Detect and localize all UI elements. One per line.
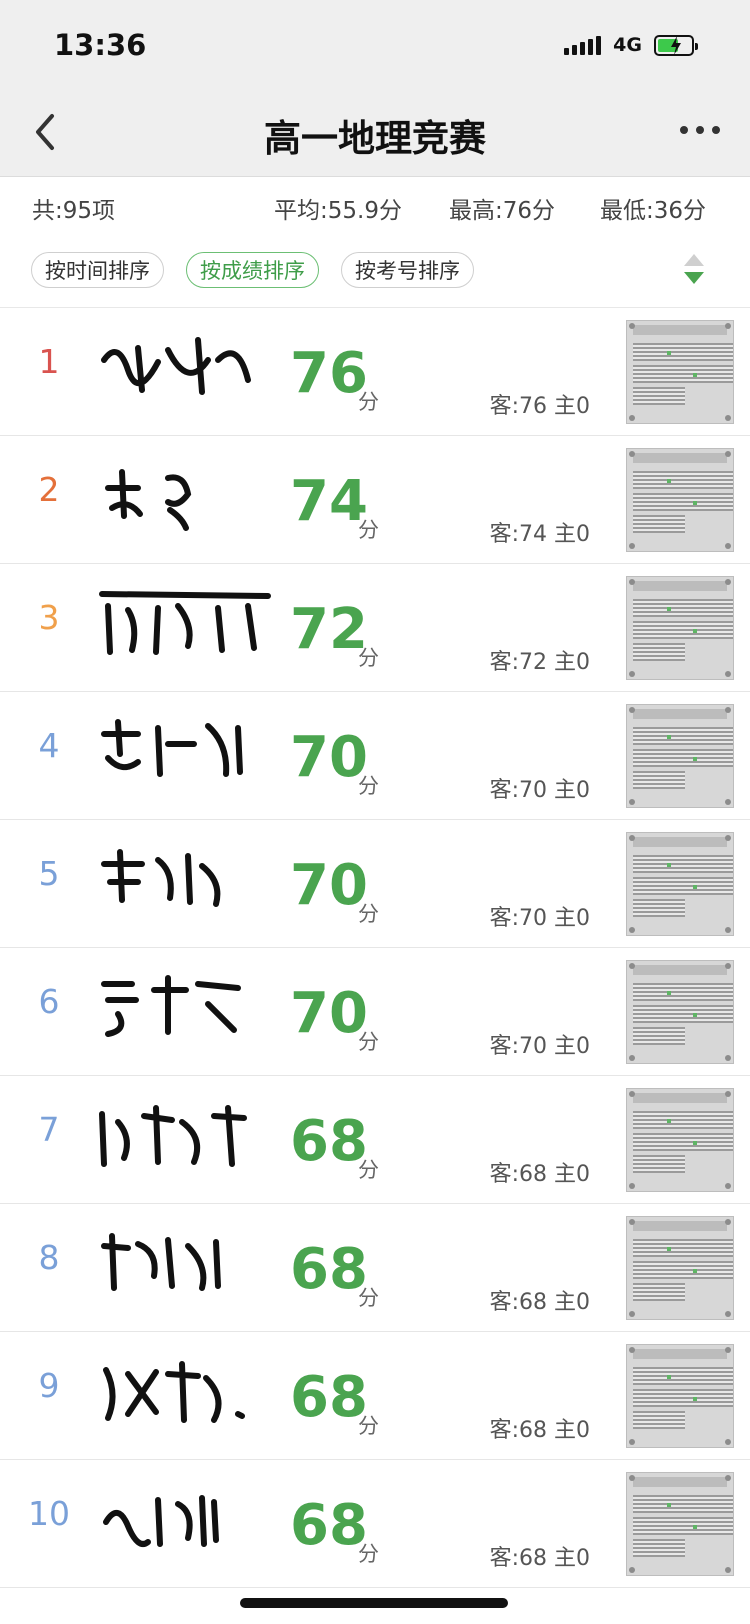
score-value: 68 [290, 1493, 368, 1558]
highest-score: 最高:76分 [449, 198, 556, 224]
score-unit: 分 [358, 1158, 379, 1182]
signature-image [101, 337, 251, 395]
score-unit: 分 [358, 646, 379, 670]
score-unit: 分 [358, 1286, 379, 1310]
sort-order-toggle-icon[interactable] [682, 252, 706, 286]
score-value: 70 [290, 981, 368, 1046]
sort-by-exam-number-button[interactable]: 按考号排序 [341, 252, 474, 288]
answer-sheet-thumbnail[interactable] [626, 576, 734, 680]
student-row[interactable]: 4 70 分 客:70 主0 [0, 692, 750, 820]
score-value: 76 [290, 341, 368, 406]
score-value: 68 [290, 1237, 368, 1302]
sort-options: 按时间排序 按成绩排序 按考号排序 [0, 248, 750, 308]
score-value: 68 [290, 1365, 368, 1430]
score-unit: 分 [358, 518, 379, 542]
score-breakdown: 客:74 主0 [489, 522, 590, 547]
rank-number: 8 [38, 1238, 60, 1277]
score-breakdown: 客:72 主0 [489, 650, 590, 675]
score-breakdown: 客:70 主0 [489, 1034, 590, 1059]
lowest-score: 最低:36分 [600, 198, 707, 224]
battery-icon [654, 34, 698, 56]
signature-image [105, 469, 192, 531]
score-unit: 分 [358, 1542, 379, 1566]
rank-number: 6 [38, 982, 60, 1021]
score-breakdown: 客:68 主0 [489, 1290, 590, 1315]
total-count: 共:95项 [32, 198, 116, 224]
signal-icon [564, 35, 602, 55]
score-unit: 分 [358, 774, 379, 798]
score-value: 72 [290, 597, 368, 662]
rank-number: 1 [38, 342, 60, 381]
score-breakdown: 客:76 主0 [489, 394, 590, 419]
status-icons: 4G [564, 34, 698, 56]
page-title: 高一地理竞赛 [264, 117, 486, 160]
signature-image [103, 1361, 245, 1423]
ranking-list: 1 76 分客:76 主0 2 74 分客:74 主0 3 72 分客:72 主0 4 70 分客:7… [0, 308, 750, 1588]
signature-image [99, 1105, 247, 1167]
score-breakdown: 客:68 主0 [489, 1418, 590, 1443]
score-breakdown: 客:68 主0 [489, 1162, 590, 1187]
rank-number: 10 [28, 1494, 70, 1533]
student-row[interactable]: 6 70 分 客:70 主0 [0, 948, 750, 1076]
average-score: 平均:55.9分 [274, 198, 402, 224]
rank-number: 9 [38, 1366, 60, 1405]
answer-sheet-thumbnail[interactable] [626, 1216, 734, 1320]
score-value: 74 [290, 469, 368, 534]
answer-sheet-thumbnail[interactable] [626, 1088, 734, 1192]
answer-sheet-thumbnail[interactable] [626, 704, 734, 808]
score-value: 68 [290, 1109, 368, 1174]
student-row[interactable]: 1 76 分 客:76 主0 [0, 308, 750, 436]
network-label: 4G [613, 34, 642, 56]
status-time: 13:36 [54, 28, 147, 62]
score-unit: 分 [358, 390, 379, 414]
answer-sheet-thumbnail[interactable] [626, 448, 734, 552]
rank-number: 2 [38, 470, 60, 509]
signature-image [101, 719, 243, 777]
answer-sheet-thumbnail[interactable] [626, 1344, 734, 1448]
score-breakdown: 客:70 主0 [489, 778, 590, 803]
rank-number: 5 [38, 854, 60, 893]
rank-number: 4 [38, 726, 60, 765]
score-value: 70 [290, 853, 368, 918]
score-value: 70 [290, 725, 368, 790]
signature-image [101, 1233, 221, 1291]
sort-by-time-button[interactable]: 按时间排序 [31, 252, 164, 288]
score-unit: 分 [358, 1030, 379, 1054]
score-unit: 分 [358, 902, 379, 926]
student-row[interactable]: 3 72 分 客:72 主0 [0, 564, 750, 692]
answer-sheet-thumbnail[interactable] [626, 832, 734, 936]
signature-image [99, 591, 271, 655]
student-row[interactable]: 7 68 分 客:68 主0 [0, 1076, 750, 1204]
rank-number: 3 [38, 598, 60, 637]
summary-stats: 共:95项 平均:55.9分 最高:76分 最低:36分 [0, 177, 750, 237]
answer-sheet-thumbnail[interactable] [626, 1472, 734, 1576]
student-row[interactable]: 2 74 分 客:74 主0 [0, 436, 750, 564]
signature-image [101, 849, 221, 907]
student-row[interactable]: 8 68 分 客:68 主0 [0, 1204, 750, 1332]
signature-image [101, 975, 241, 1037]
rank-number: 7 [38, 1110, 60, 1149]
score-unit: 分 [358, 1414, 379, 1438]
more-options-button[interactable] [680, 126, 720, 134]
status-bar: 13:36 4G [0, 0, 750, 88]
signature-image [103, 1495, 219, 1547]
answer-sheet-thumbnail[interactable] [626, 320, 734, 424]
student-row[interactable]: 5 70 分 客:70 主0 [0, 820, 750, 948]
more-dots-icon [680, 126, 688, 134]
navigation-bar: 高一地理竞赛 [0, 88, 750, 177]
score-breakdown: 客:68 主0 [489, 1546, 590, 1571]
student-row[interactable]: 9 68 分 客:68 主0 [0, 1332, 750, 1460]
sort-by-score-button[interactable]: 按成绩排序 [186, 252, 319, 288]
answer-sheet-thumbnail[interactable] [626, 960, 734, 1064]
student-row[interactable]: 10 68 分 客:68 主0 [0, 1460, 750, 1588]
home-indicator [240, 1598, 508, 1608]
score-breakdown: 客:70 主0 [489, 906, 590, 931]
